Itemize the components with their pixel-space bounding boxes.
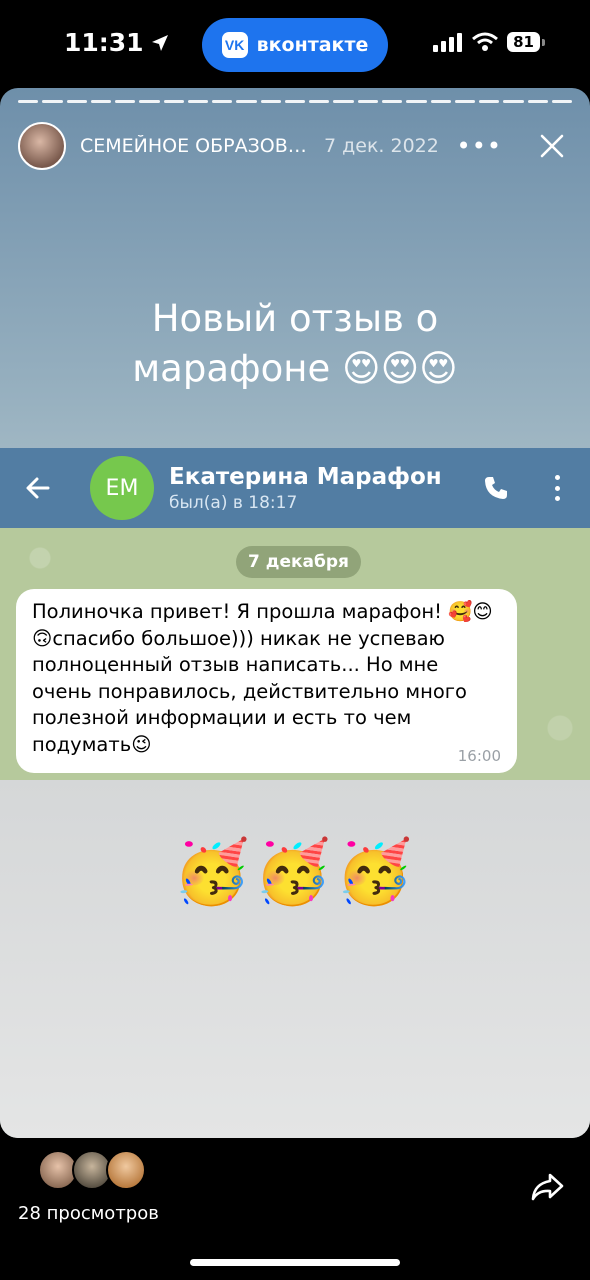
share-icon[interactable] (530, 1172, 564, 1202)
story-caption: Новый отзыв о марафоне 😍😍😍 (0, 294, 590, 394)
author-avatar[interactable] (18, 122, 66, 170)
kebab-menu-icon (554, 475, 560, 501)
vk-logo-icon: VK (221, 32, 248, 58)
wifi-icon (472, 32, 499, 51)
telegram-chat-area: 7 декабря Полиночка привет! Я прошла мар… (0, 528, 590, 780)
date-chip: 7 декабря (236, 546, 361, 578)
story-caption-line2: марафоне 😍😍😍 (132, 347, 458, 390)
message-bubble: Полиночка привет! Я прошла марафон! 🥰😊🙃с… (16, 589, 517, 773)
message-time: 16:00 (457, 747, 501, 765)
vk-app-name: вконтакте (256, 34, 369, 56)
phone-icon (485, 477, 507, 499)
viewer-avatar (106, 1150, 146, 1190)
status-bar: 11:31 VK вконтакте 81 (0, 0, 590, 88)
story-date: 7 дек. 2022 (324, 135, 439, 157)
back-arrow-icon (26, 477, 50, 499)
location-arrow-icon (151, 34, 168, 51)
more-options-icon[interactable]: ••• (457, 132, 502, 160)
battery-icon: 81 (507, 32, 545, 52)
party-emojis: 🥳🥳🥳 (173, 835, 417, 908)
story-card[interactable]: СЕМЕЙНОЕ ОБРАЗОВАНИЕ 7 дек. 2022 ••• Нов… (0, 88, 590, 1138)
contact-status: был(а) в 18:17 (169, 492, 298, 513)
contact-name: Екатерина Марафон (169, 463, 442, 490)
views-count[interactable]: 28 просмотров (18, 1203, 159, 1224)
contact-avatar: ЕМ (90, 456, 154, 520)
contact-info: Екатерина Марафон был(а) в 18:17 (169, 464, 442, 513)
clock-time: 11:31 (64, 28, 144, 57)
story-progress-bar (18, 100, 573, 103)
close-icon[interactable] (540, 134, 564, 158)
message-text: Полиночка привет! Я прошла марафон! 🥰😊🙃с… (32, 600, 493, 756)
home-indicator[interactable] (190, 1259, 400, 1266)
clock: 11:31 (64, 28, 170, 57)
system-icons: 81 (433, 32, 545, 52)
story-lower-area: 🥳🥳🥳 (0, 780, 590, 1138)
viewer-avatars[interactable] (38, 1150, 146, 1190)
vk-app-pill[interactable]: VK вконтакте (202, 18, 388, 72)
story-author[interactable]: СЕМЕЙНОЕ ОБРАЗОВАНИЕ (80, 135, 312, 157)
story-header: СЕМЕЙНОЕ ОБРАЗОВАНИЕ 7 дек. 2022 ••• (18, 122, 572, 170)
signal-icon (433, 33, 463, 52)
story-caption-line1: Новый отзыв о (151, 297, 439, 340)
telegram-chat-header: ЕМ Екатерина Марафон был(а) в 18:17 (0, 448, 590, 528)
